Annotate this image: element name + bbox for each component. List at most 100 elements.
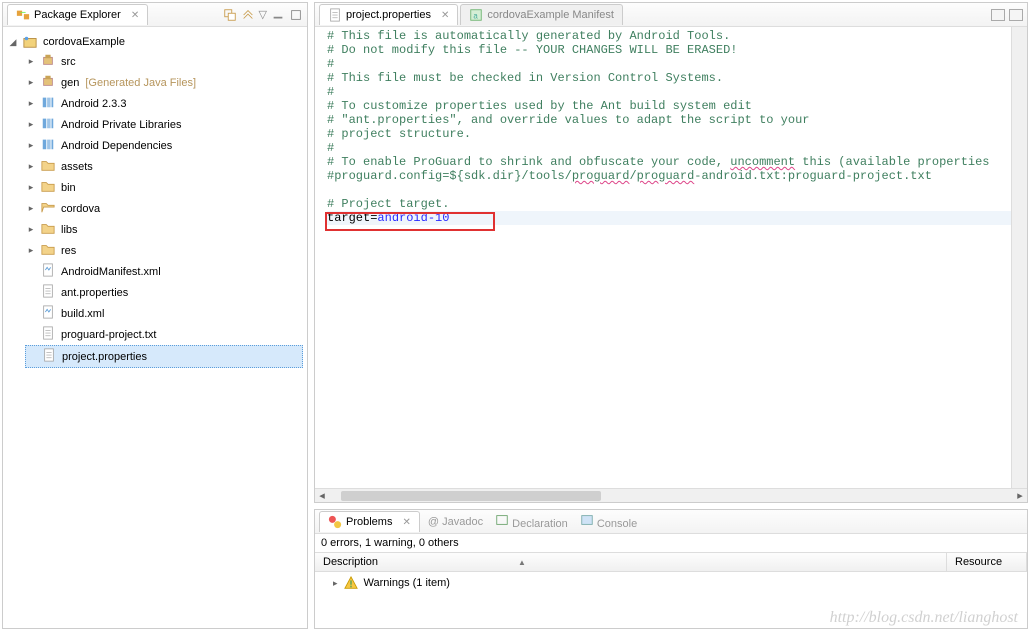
tree-folder[interactable]: ▸assets [25, 156, 303, 177]
tree-label: AndroidManifest.xml [59, 266, 163, 278]
watermark: http://blog.csdn.net/lianghost [830, 609, 1018, 627]
editor-view: project.properties ✕ a cordovaExample Ma… [314, 2, 1028, 503]
tree-folder[interactable]: ▸ Android Dependencies [25, 135, 303, 156]
tree-label: project.properties [60, 351, 149, 363]
project-root[interactable]: ◢ cordovaExample [7, 33, 303, 51]
pkg-icon [41, 74, 55, 91]
row-label: Warnings (1 item) [364, 577, 450, 589]
collapse-all-icon[interactable] [223, 8, 237, 22]
expand-arrow-icon[interactable]: ▸ [25, 140, 37, 151]
scroll-right-icon[interactable]: ▸ [1013, 489, 1027, 502]
tab-javadoc[interactable]: @ Javadoc [422, 512, 489, 532]
folder-icon [41, 158, 55, 175]
tree-folder[interactable]: ▸src [25, 51, 303, 72]
tab-label: project.properties [346, 9, 431, 21]
sort-asc-icon: ▲ [518, 558, 526, 567]
tree-label: Android Dependencies [59, 140, 174, 152]
xml-icon [41, 263, 55, 280]
warning-icon [344, 576, 358, 590]
tree-label: build.xml [59, 308, 106, 320]
col-resource[interactable]: Resource [947, 553, 1027, 571]
problems-icon [328, 515, 342, 529]
tree-folder[interactable]: ▸ res [25, 240, 303, 261]
close-icon[interactable]: ✕ [441, 10, 449, 21]
expand-arrow-icon[interactable]: ▸ [333, 578, 338, 589]
tree-label: bin [59, 182, 78, 194]
package-explorer-view: Package Explorer ✕ ▽ ◢ cordovaExample ▸s… [2, 2, 308, 629]
scroll-left-icon[interactable]: ◂ [315, 489, 329, 502]
tree-label: Android 2.3.3 [59, 98, 128, 110]
minimize-icon[interactable] [991, 9, 1005, 21]
expand-arrow-icon[interactable]: ▸ [25, 203, 37, 214]
expand-arrow-icon[interactable]: ▸ [25, 161, 37, 172]
link-editor-icon[interactable] [241, 8, 255, 22]
expand-arrow-icon[interactable]: ▸ [25, 182, 37, 193]
tree-label: res [59, 245, 78, 257]
close-icon[interactable]: ✕ [131, 10, 139, 21]
expand-arrow-icon[interactable]: ▸ [25, 245, 37, 256]
expand-arrow-icon[interactable]: ▸ [25, 56, 37, 67]
tree-label: cordova [59, 203, 102, 215]
editor-body[interactable]: # This file is automatically generated b… [315, 27, 1027, 488]
maximize-icon[interactable] [1009, 9, 1023, 21]
file-icon [42, 348, 56, 365]
project-icon [23, 35, 37, 49]
package-explorer-icon [16, 8, 30, 22]
col-description[interactable]: Description▲ [315, 553, 947, 571]
tree-folder[interactable]: ▸ Android Private Libraries [25, 114, 303, 135]
lib-icon [41, 116, 55, 133]
svg-text:a: a [474, 12, 479, 21]
maximize-icon[interactable] [289, 8, 303, 22]
tree-folder[interactable]: ▸ cordova [25, 198, 303, 219]
tab-package-explorer[interactable]: Package Explorer ✕ [7, 4, 148, 25]
tree-file[interactable]: proguard-project.txt [25, 324, 303, 345]
hscrollbar[interactable]: ◂ ▸ [315, 488, 1027, 502]
tree-file[interactable]: ant.properties [25, 282, 303, 303]
tree-hint: [Generated Java Files] [85, 77, 196, 89]
expand-arrow-icon[interactable]: ▸ [25, 224, 37, 235]
table-row[interactable]: ▸ Warnings (1 item) [315, 572, 1027, 594]
tree-folder[interactable]: ▸ libs [25, 219, 303, 240]
problems-tabs: Problems ✕ @ Javadoc Declaration Console [315, 510, 1027, 534]
folder-icon [41, 179, 55, 196]
tree-folder[interactable]: ▸ gen [Generated Java Files] [25, 72, 303, 93]
expand-arrow-icon[interactable]: ▸ [25, 77, 37, 88]
vscrollbar[interactable] [1011, 27, 1027, 488]
scroll-thumb[interactable] [341, 491, 601, 501]
expand-arrow-icon[interactable]: ▸ [25, 98, 37, 109]
tree-label: gen [59, 77, 81, 89]
collapse-arrow-icon[interactable]: ◢ [7, 37, 19, 48]
folder-icon [41, 221, 55, 238]
close-icon[interactable]: ✕ [402, 517, 410, 528]
tree-folder[interactable]: ▸ Android 2.3.3 [25, 93, 303, 114]
lib-icon [41, 137, 55, 154]
tab-project-properties[interactable]: project.properties ✕ [319, 4, 458, 25]
tab-console[interactable]: Console [574, 509, 643, 534]
editor-tabs: project.properties ✕ a cordovaExample Ma… [315, 3, 1027, 27]
console-icon [580, 513, 594, 527]
tab-label: Problems [346, 516, 392, 528]
tree-folder[interactable]: ▸ bin [25, 177, 303, 198]
minimize-icon[interactable] [271, 8, 285, 22]
file-icon [41, 284, 55, 301]
tab-problems[interactable]: Problems ✕ [319, 511, 420, 532]
tab-label: cordovaExample Manifest [487, 9, 614, 21]
problems-status: 0 errors, 1 warning, 0 others [315, 534, 1027, 552]
lib-icon [41, 95, 55, 112]
view-header: Package Explorer ✕ ▽ [3, 3, 307, 27]
tab-declaration[interactable]: Declaration [489, 509, 574, 534]
file-icon [41, 326, 55, 343]
right-pane: project.properties ✕ a cordovaExample Ma… [314, 2, 1028, 629]
view-menu-icon[interactable]: ▽ [259, 8, 267, 21]
tree-label: libs [59, 224, 80, 236]
expand-arrow-icon[interactable]: ▸ [25, 119, 37, 130]
tree-file[interactable]: project.properties [25, 345, 303, 368]
tree-file[interactable]: build.xml [25, 303, 303, 324]
tab-manifest[interactable]: a cordovaExample Manifest [460, 4, 623, 25]
tree-label: Android Private Libraries [59, 119, 183, 131]
project-name: cordovaExample [41, 36, 127, 48]
tree-file[interactable]: AndroidManifest.xml [25, 261, 303, 282]
project-tree: ◢ cordovaExample ▸src▸gen [Generated Jav… [3, 27, 307, 628]
highlight-box [325, 212, 495, 231]
tree-label: ant.properties [59, 287, 130, 299]
